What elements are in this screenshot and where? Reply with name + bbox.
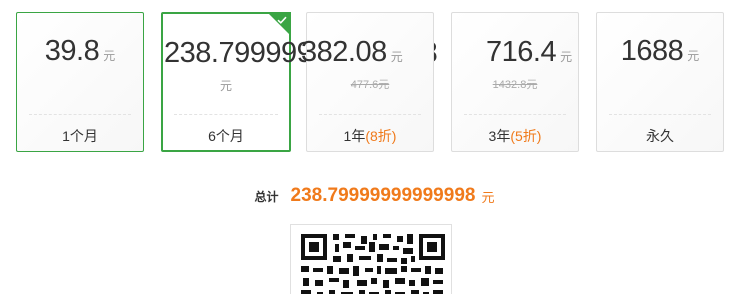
- payment-qr-code: [290, 224, 452, 294]
- plan-price-unit: 元: [390, 50, 403, 64]
- total-unit: 元: [481, 189, 495, 205]
- total-amount: 238.79999999999998: [290, 185, 476, 206]
- plan-original-price: 477.6元: [350, 79, 390, 91]
- plan-discount: (8折): [365, 128, 397, 144]
- plan-price-wrap: 716.4 元: [486, 36, 572, 69]
- plan-label: 1个月: [17, 126, 143, 146]
- plan-label: 1年(8折): [307, 126, 433, 146]
- plan-price-row: 238.79999999999998: [163, 36, 438, 76]
- plan-divider: [464, 114, 566, 115]
- plan-price: 382.08: [301, 36, 387, 68]
- plan-duration: 3年: [488, 128, 511, 144]
- plan-price: 1688: [620, 35, 684, 67]
- plan-duration: 1个月: [62, 128, 98, 144]
- plan-divider: [174, 114, 278, 115]
- plan-divider: [29, 114, 131, 115]
- plan-discount: (5折): [510, 128, 542, 144]
- plan-card-lifetime[interactable]: 1688 元 永久: [596, 12, 724, 152]
- plan-price-wrap: 382.08 元: [301, 36, 403, 69]
- plan-price-unit: 元: [687, 49, 700, 63]
- qr-code-icon: [299, 232, 445, 294]
- plan-card-1-month[interactable]: 39.8 元 1个月: [16, 12, 144, 152]
- plan-divider: [319, 114, 421, 115]
- plan-price-row: 716.4 元: [452, 35, 578, 75]
- plan-divider: [609, 114, 711, 115]
- plan-card-3-years[interactable]: 716.4 元 1432.8元 3年(5折): [451, 12, 579, 152]
- order-total: 总计 238.79999999999998 元: [0, 185, 749, 207]
- plan-price-unit: 元: [560, 50, 573, 64]
- plan-label: 6个月: [163, 126, 289, 146]
- check-icon: [277, 16, 287, 24]
- total-label: 总计: [254, 189, 279, 204]
- plan-price: 716.4: [486, 36, 557, 68]
- plan-price-unit: 元: [103, 49, 116, 63]
- plan-original-price: 1432.8元: [492, 79, 538, 91]
- plan-label: 永久: [597, 126, 723, 146]
- plan-card-6-months[interactable]: 238.79999999999998 元 6个月: [161, 12, 438, 152]
- plan-duration: 永久: [646, 128, 674, 144]
- plan-price-row: 39.8 元: [17, 35, 143, 75]
- plan-label: 3年(5折): [452, 126, 578, 146]
- plan-duration: 1年: [343, 128, 366, 144]
- plan-price: 39.8: [44, 35, 100, 67]
- plan-price-row: 382.08 元: [301, 35, 433, 75]
- plan-card-1-year[interactable]: 382.08 元 477.6元 1年(8折): [301, 12, 434, 152]
- plan-duration: 6个月: [208, 128, 244, 144]
- plan-price-row: 1688 元: [597, 35, 723, 75]
- plan-price-unit: 元: [219, 79, 232, 93]
